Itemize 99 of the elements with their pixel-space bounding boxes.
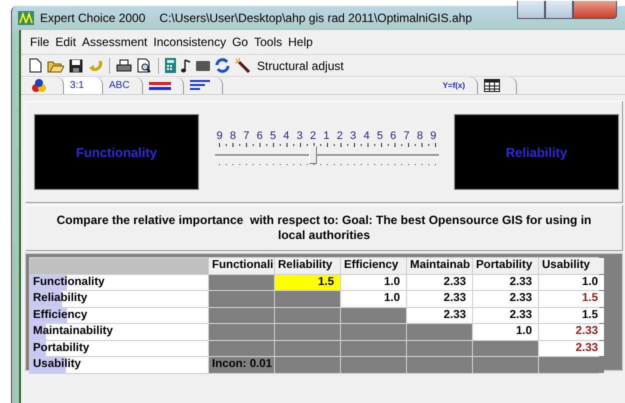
scale-label: 4 [283,130,290,142]
shaded-cell [473,357,538,372]
column-header: Maintainab [407,258,472,274]
shaded-cell [407,340,472,356]
menu-item[interactable]: Edit [52,35,80,49]
judgment-cell[interactable]: 2.33 [473,274,538,290]
scale-label: 7 [404,130,410,142]
shaded-cell [275,357,340,372]
judgment-cell[interactable]: 1.0 [473,324,538,340]
shaded-cell [341,340,406,356]
shaded-cell [341,308,406,323]
shaded-cell [275,340,340,356]
menu-item[interactable]: Help [285,35,316,49]
judgment-cell[interactable]: 1.0 [341,274,406,290]
magic-wand-icon[interactable] [235,58,250,73]
row-label: Reliability [33,292,88,304]
scale-label: 3 [296,130,303,142]
scale-label: 8 [230,130,236,142]
right-criterion: Reliability [454,114,619,190]
calculator-icon[interactable] [165,58,176,73]
scale-label: 2 [310,130,316,142]
grid-icon [484,79,500,92]
column-header: Portability [473,258,538,274]
window-title: Expert Choice 2000 [40,11,146,25]
music-note-icon[interactable] [181,58,191,72]
folder-icon[interactable] [47,58,64,72]
shaded-cell [275,324,340,340]
shaded-cell [209,324,274,340]
menu-item[interactable]: Tools [251,35,286,49]
shaded-cell [209,274,274,290]
shaded-cell [209,291,274,306]
judgment-cell[interactable]: 1.5 [275,274,340,290]
row-label: Usability [33,358,81,370]
scale-label: 1 [323,130,330,142]
lines-icon [190,80,210,91]
balls-icon [31,78,47,92]
row-label: Efficiency [33,308,88,320]
judgment-cell[interactable]: 2.33 [407,274,472,290]
shaded-cell [341,324,406,340]
scale-label: 7 [243,130,250,142]
save-icon[interactable] [69,58,83,72]
row-label: Portability [33,342,90,354]
shaded-cell [407,324,472,340]
close-button[interactable] [573,1,617,19]
shaded-cell [473,340,538,356]
scale-label: 8 [416,130,424,142]
tab[interactable]: Y=f(x) [436,77,478,94]
scale-label: 3 [350,130,356,142]
judgment-cell[interactable]: 2.33 [539,324,604,340]
print-preview-icon[interactable] [137,58,152,73]
question-text: Compare the relative importance with respect to: Goal: The best Opensource GIS for using in local authorities [56,213,592,243]
left-criterion: Functionality [34,114,199,190]
refresh-icon[interactable] [215,58,230,73]
menu-item[interactable]: Assessment [79,35,150,49]
new-file-icon[interactable] [29,58,42,73]
scale-label: 5 [270,130,276,142]
stripes-icon [148,80,171,90]
slider-thumb[interactable] [309,146,318,164]
judgment-cell[interactable]: 2.33 [539,340,604,356]
scale-label: 6 [256,130,263,142]
shaded-cell [341,357,406,372]
maximize-button[interactable] [545,1,573,19]
shaded-cell [275,291,340,306]
menu-item[interactable]: Inconsistency [150,35,230,49]
column-header: Usability [539,258,604,274]
rectangle-icon[interactable] [196,60,210,70]
judgment-cell[interactable]: 2.33 [407,291,472,306]
column-header: Reliability [275,258,340,274]
minimize-button[interactable] [517,1,545,19]
scale-label: 9 [216,130,223,142]
tab[interactable]: 3:1 [64,77,103,94]
file-path: C:\Users\User\Desktop\ahp gis rad 2011\OptimalniGIS.ahp [159,11,472,25]
shaded-cell [407,357,472,372]
row-label: Functionality [33,276,105,288]
app-icon [18,11,34,25]
column-header: Efficiency [341,258,406,274]
shaded-cell [209,340,274,356]
judgment-cell[interactable]: 2.33 [473,291,538,306]
column-header: Functionali [209,258,274,274]
menu-item[interactable]: File [27,35,52,49]
tab[interactable]: ABC [103,77,143,94]
judgment-cell[interactable]: 1.5 [539,291,604,306]
scale-label: 2 [336,130,343,142]
menu-item[interactable]: Go [229,35,252,49]
judgment-cell[interactable]: 1.5 [539,308,604,323]
structural-adjust-button[interactable]: Structural adjust [255,58,346,72]
scale-label: 6 [390,130,396,142]
shaded-cell [275,308,340,323]
scale-label: 4 [363,130,370,142]
judgment-cell[interactable]: 2.33 [473,308,538,323]
judgment-cell[interactable]: 1.0 [539,274,604,290]
judgment-cell[interactable]: 2.33 [407,308,472,323]
shaded-cell [209,308,274,323]
judgment-cell[interactable]: 1.0 [341,291,406,306]
printer-icon[interactable] [116,58,132,72]
scale-label: 9 [430,130,436,142]
inconsistency-ratio: Incon: 0.01 [209,357,274,372]
row-label: Maintainability [33,325,113,337]
scale-label: 5 [376,130,383,142]
